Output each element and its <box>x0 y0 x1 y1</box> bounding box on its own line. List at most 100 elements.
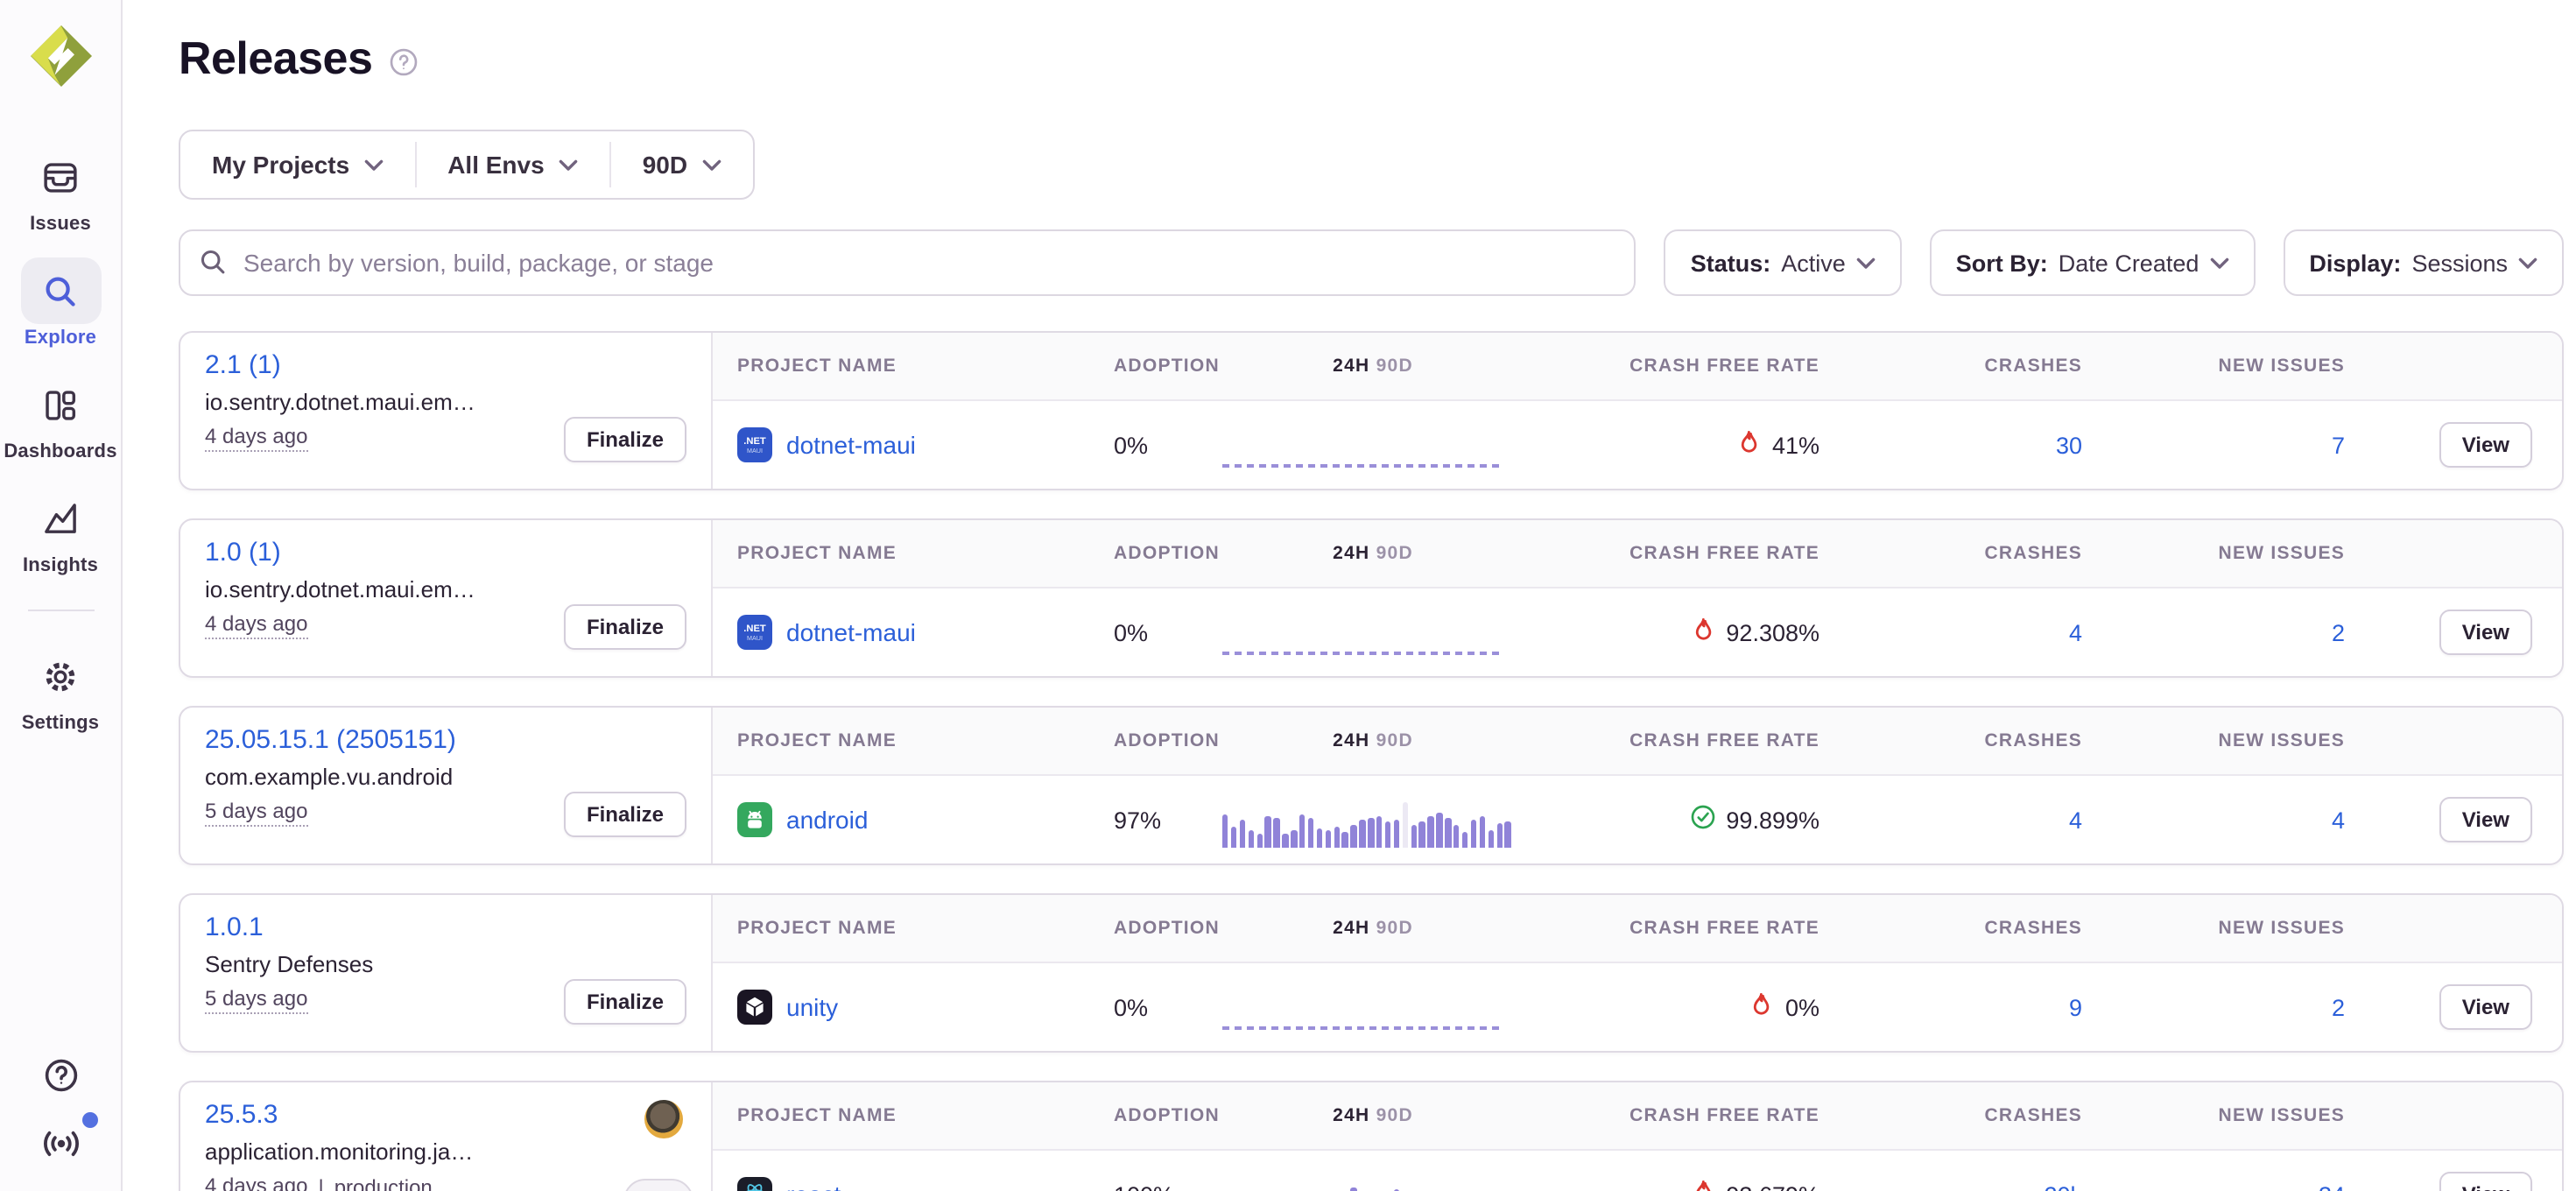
flame-icon <box>1689 616 1715 649</box>
release-card: 2.1 (1) io.sentry.dotnet.maui.em… 4 days… <box>179 331 2564 490</box>
crashes-link[interactable]: 4 <box>2069 619 2082 645</box>
release-created: 4 days ago <box>205 424 307 452</box>
release-info-panel: 1.0 (1) io.sentry.dotnet.maui.em… 4 days… <box>180 520 713 676</box>
release-environment: production <box>334 1175 433 1191</box>
chevron-down-icon <box>363 159 383 171</box>
environment-filter[interactable]: All Envs <box>416 131 609 198</box>
header-90d: 90D <box>1376 918 1413 939</box>
adoption-value: 0% <box>1114 432 1222 458</box>
search-input[interactable] <box>179 229 1636 296</box>
sort-by-dropdown-value: Date Created <box>2059 250 2199 276</box>
project-link[interactable]: unity <box>786 993 838 1021</box>
sidebar-item-dashboards[interactable]: Dashboards <box>0 371 121 462</box>
chevron-down-icon <box>559 159 578 171</box>
help-icon[interactable] <box>39 1054 81 1096</box>
page-title: Releases <box>179 32 372 86</box>
release-project-table: PROJECT NAME ADOPTION 24H 90D CRASH FREE… <box>713 708 2562 863</box>
adoption-value: 0% <box>1114 994 1222 1020</box>
page-filter-bar: My Projects All Envs 90D <box>179 130 754 200</box>
release-project-table: PROJECT NAME ADOPTION 24H 90D CRASH FREE… <box>713 1082 2562 1191</box>
react-platform-icon <box>737 1177 772 1191</box>
finalize-button[interactable]: Finalize <box>564 979 686 1025</box>
view-button[interactable]: View <box>2439 1172 2532 1191</box>
release-version-link[interactable]: 25.05.15.1 (2505151) <box>205 725 456 755</box>
view-button[interactable]: View <box>2439 422 2532 468</box>
sort-by-dropdown[interactable]: Sort By: Date Created <box>1930 229 2256 296</box>
sidebar-item-label: Dashboards <box>4 441 116 462</box>
sidebar: Issues Explore Dashboard <box>0 0 123 1191</box>
project-link[interactable]: dotnet-maui <box>786 618 916 646</box>
settings-icon <box>20 643 101 709</box>
release-package: io.sentry.dotnet.maui.em… <box>205 576 564 603</box>
release-version-link[interactable]: 25.5.3 <box>205 1100 278 1130</box>
finalize-button[interactable]: Finalize <box>564 792 686 837</box>
header-crash-free-rate: CRASH FREE RATE <box>1524 918 1869 939</box>
project-link[interactable]: android <box>786 806 868 834</box>
status-dropdown[interactable]: Status: Active <box>1665 229 1902 296</box>
sidebar-item-issues[interactable]: Issues <box>0 144 121 235</box>
release-version-link[interactable]: 1.0 (1) <box>205 538 281 567</box>
adoption-bar-chart <box>1222 800 1511 848</box>
search-icon <box>198 247 228 285</box>
release-project-row: .NET MAUI <box>713 963 2562 1051</box>
crashes-link[interactable]: 4 <box>2069 807 2082 833</box>
crashes-link[interactable]: 30 <box>2056 432 2082 458</box>
header-90d: 90D <box>1376 356 1413 377</box>
finalize-button[interactable]: Finalize <box>564 604 686 650</box>
crashes-link[interactable]: 20k <box>2044 1181 2082 1191</box>
sidebar-item-label: Settings <box>22 713 100 734</box>
chevron-down-icon <box>1856 257 1876 269</box>
view-button[interactable]: View <box>2439 610 2532 655</box>
release-version-link[interactable]: 1.0.1 <box>205 913 264 942</box>
release-card: 25.05.15.1 (2505151) com.example.vu.andr… <box>179 706 2564 865</box>
new-issues-link[interactable]: 34 <box>2319 1181 2345 1191</box>
adoption-flat-line <box>1222 652 1503 655</box>
release-project-row: .NET MAUI <box>713 776 2562 863</box>
header-90d: 90D <box>1376 1105 1413 1126</box>
unity-platform-icon <box>737 990 772 1025</box>
header-chart-range: 24H 90D <box>1222 1105 1524 1126</box>
header-project-name: PROJECT NAME <box>737 356 1114 377</box>
release-project-row: .NET MAUI <box>713 401 2562 489</box>
crashes-link[interactable]: 9 <box>2069 994 2082 1020</box>
project-link[interactable]: dotnet-maui <box>786 431 916 459</box>
finalize-button[interactable]: Finalize <box>564 417 686 462</box>
sentry-logo[interactable] <box>25 21 95 91</box>
check-circle-icon <box>1689 804 1715 835</box>
dotnet-maui-platform-icon: .NET MAUI <box>737 427 772 462</box>
release-package: com.example.vu.android <box>205 764 564 790</box>
chevron-down-icon <box>2518 257 2537 269</box>
new-issues-link[interactable]: 4 <box>2332 807 2345 833</box>
header-adoption: ADOPTION <box>1114 543 1222 564</box>
help-circle-icon[interactable] <box>388 46 418 76</box>
project-filter[interactable]: My Projects <box>180 131 414 198</box>
new-issues-link[interactable]: 2 <box>2332 994 2345 1020</box>
display-dropdown[interactable]: Display: Sessions <box>2283 229 2564 296</box>
release-table-header: PROJECT NAME ADOPTION 24H 90D CRASH FREE… <box>713 333 2562 401</box>
crash-free-value: 92.308% <box>1726 619 1819 645</box>
main-content: Releases My Projects All Envs 90D <box>123 0 2576 1191</box>
release-version-link[interactable]: 2.1 (1) <box>205 350 281 380</box>
sidebar-item-insights[interactable]: Insights <box>0 485 121 576</box>
header-24h: 24H <box>1333 543 1369 564</box>
release-card: 25.5.3 application.monitoring.ja… 4 days… <box>179 1081 2564 1191</box>
android-platform-icon <box>737 802 772 837</box>
adoption-sparkline <box>1222 776 1524 863</box>
whats-new-broadcast-icon[interactable] <box>38 1124 83 1163</box>
adoption-value: 97% <box>1114 807 1222 833</box>
view-button[interactable]: View <box>2439 797 2532 842</box>
sidebar-item-explore[interactable]: Explore <box>0 257 121 349</box>
header-crashes: CRASHES <box>1869 1105 2131 1126</box>
project-link[interactable]: react <box>786 1180 841 1191</box>
sidebar-item-settings[interactable]: Settings <box>0 643 121 734</box>
crash-free-value: 99.899% <box>1726 807 1819 833</box>
sort-by-dropdown-label: Sort By: <box>1956 250 2048 276</box>
new-issues-link[interactable]: 2 <box>2332 619 2345 645</box>
insights-icon <box>20 485 101 552</box>
flame-icon <box>1689 1178 1715 1191</box>
date-range-filter-value: 90D <box>643 151 687 179</box>
date-range-filter[interactable]: 90D <box>611 131 752 198</box>
new-issues-link[interactable]: 7 <box>2332 432 2345 458</box>
view-button[interactable]: View <box>2439 984 2532 1030</box>
header-adoption: ADOPTION <box>1114 1105 1222 1126</box>
